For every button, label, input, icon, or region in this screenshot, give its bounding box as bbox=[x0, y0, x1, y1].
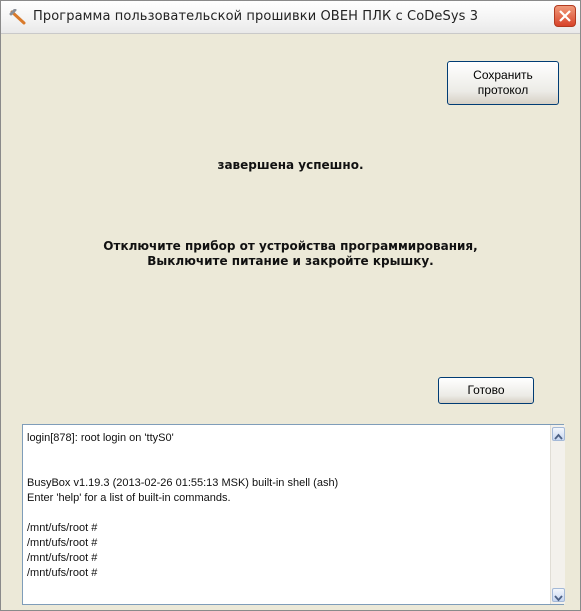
instruction-line-1: Отключите прибор от устройства программи… bbox=[103, 239, 478, 253]
log-line: Enter 'help' for a list of built-in comm… bbox=[27, 492, 231, 504]
log-textarea[interactable]: login[878]: root login on 'ttyS0' BusyBo… bbox=[22, 424, 565, 605]
log-scrollbar[interactable] bbox=[550, 425, 565, 604]
wrench-icon bbox=[9, 8, 27, 25]
log-line: /mnt/ufs/root # bbox=[27, 537, 98, 549]
done-button[interactable]: Готово bbox=[438, 377, 534, 404]
scroll-down-button[interactable] bbox=[552, 588, 565, 602]
log-line: /mnt/ufs/root # bbox=[27, 552, 98, 564]
scroll-down-icon bbox=[554, 595, 563, 602]
firmware-dialog-window: Программа пользовательской прошивки ОВЕН… bbox=[0, 0, 581, 611]
close-icon bbox=[559, 10, 571, 22]
scroll-up-icon bbox=[554, 433, 563, 440]
log-lines: login[878]: root login on 'ttyS0' BusyBo… bbox=[27, 431, 338, 581]
status-message: завершена успешно. bbox=[217, 158, 364, 172]
close-button[interactable] bbox=[554, 5, 576, 27]
log-line: /mnt/ufs/root # bbox=[27, 522, 98, 534]
instruction-line-2: Выключите питание и закройте крышку. bbox=[147, 254, 434, 268]
window-title: Программа пользовательской прошивки ОВЕН… bbox=[33, 9, 479, 24]
scroll-up-button[interactable] bbox=[552, 427, 565, 441]
save-protocol-button[interactable]: Сохранить протокол bbox=[447, 61, 559, 105]
instruction-message: Отключите прибор от устройства программи… bbox=[1, 239, 580, 269]
log-line: /mnt/ufs/root # bbox=[27, 567, 98, 579]
log-line: login[878]: root login on 'ttyS0' bbox=[27, 432, 174, 444]
log-line: BusyBox v1.19.3 (2013-02-26 01:55:13 MSK… bbox=[27, 477, 339, 489]
title-bar[interactable]: Программа пользовательской прошивки ОВЕН… bbox=[1, 1, 580, 34]
